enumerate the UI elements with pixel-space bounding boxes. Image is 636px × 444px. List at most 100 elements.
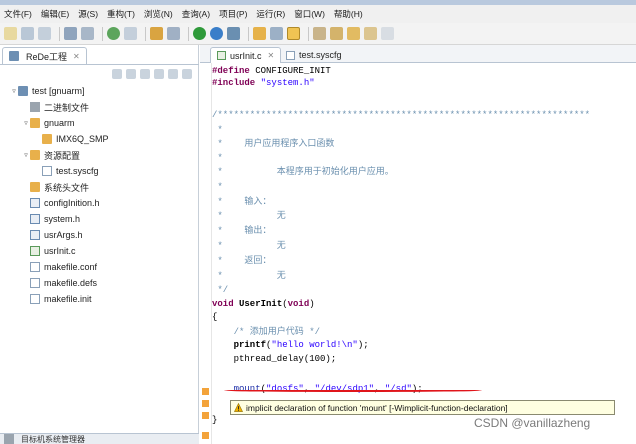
new-file-icon[interactable] [4,27,17,40]
tree-item[interactable]: 系统头文件 [0,179,199,195]
open-type-icon[interactable] [253,27,266,40]
menu-run[interactable]: 运行(R) [256,8,285,20]
tree-item-label: 二进制文件 [44,102,90,113]
expand-arrow-icon[interactable]: ▿ [10,87,18,95]
search-icon[interactable] [270,27,283,40]
code-token: "hello world!\n" [271,340,358,350]
highlight-icon[interactable] [287,27,300,40]
save-icon[interactable] [21,27,34,40]
expand-arrow-icon[interactable]: ▿ [22,119,30,127]
menu-source[interactable]: 源(S) [78,8,98,20]
tree-item[interactable]: ▿ 资源配置 [0,147,199,163]
tree-item[interactable]: system.h [0,211,199,227]
tree-item[interactable]: usrInit.c [0,243,199,259]
close-icon[interactable]: ✕ [268,51,275,60]
code-line: * 无 [212,211,286,221]
code-line: } [212,415,218,425]
code-line: * 用户应用程序入口函数 [212,139,335,149]
tab-test-syscfg[interactable]: test.syscfg [280,47,348,63]
code-line: /***************************************… [212,110,591,120]
menu-bar: 文件(F) 编辑(E) 源(S) 重构(T) 浏览(N) 查询(A) 项目(P)… [0,5,636,23]
panel-toolbar [108,69,192,79]
settings-icon[interactable] [167,27,180,40]
toolbar-separator [102,26,103,41]
code-line: * 输入： [212,197,272,207]
warning-tooltip: implicit declaration of function 'mount'… [230,400,615,415]
warning-marker-icon[interactable] [202,432,209,439]
code-line: #include "system.h" [212,77,315,89]
editor-tab-bar: usrInit.c ✕ test.syscfg [200,45,636,63]
toolbar-separator [188,26,189,41]
forward-icon[interactable] [126,69,136,79]
target-icon[interactable] [124,27,137,40]
code-editor: usrInit.c ✕ test.syscfg #define CONFIGUR… [200,45,636,444]
tree-item-label: test [gnuarm] [32,86,85,96]
toolbar-separator [248,26,249,41]
tree-item[interactable]: test.syscfg [0,163,199,179]
menu-search[interactable]: 查询(A) [182,8,210,20]
warning-marker-icon[interactable] [202,388,209,395]
up-icon[interactable] [140,69,150,79]
target-manager-tab[interactable]: 目标机系统管理器 [0,433,199,444]
header-file-icon [30,214,40,224]
tree-item-label: system.h [44,214,81,224]
tree-item[interactable]: makefile.init [0,291,199,307]
menu-edit[interactable]: 编辑(E) [41,8,69,20]
code-line: printf("hello world!\n"); [212,339,369,351]
file-icon [42,166,52,176]
back-icon[interactable] [347,27,360,40]
toolbar-separator [145,26,146,41]
project-explorer-tab[interactable]: ReDe工程 ✕ [2,47,87,64]
code-token: CONFIGURE_INIT [249,66,331,76]
debug-icon[interactable] [107,27,120,40]
menu-refactor[interactable]: 重构(T) [107,8,135,20]
code-token: ) [309,299,315,309]
header-file-icon [30,198,40,208]
warning-marker-icon[interactable] [202,400,209,407]
tree-item[interactable]: ▿ test [gnuarm] [0,83,199,99]
project-icon [18,86,28,96]
build-all-icon[interactable] [81,27,94,40]
collapse-all-icon[interactable] [154,69,164,79]
code-line: * [212,125,223,135]
target-manager-label: 目标机系统管理器 [21,434,85,444]
binary-folder-icon [30,102,40,112]
menu-file[interactable]: 文件(F) [4,8,32,20]
warning-marker-icon[interactable] [202,412,209,419]
tree-item[interactable]: 二进制文件 [0,99,199,115]
tree-item-label: makefile.defs [44,278,98,288]
tree-item[interactable]: configInition.h [0,195,199,211]
back-icon[interactable] [112,69,122,79]
tree-item[interactable]: usrArgs.h [0,227,199,243]
external-tools-icon[interactable] [227,27,240,40]
toolbar-separator [59,26,60,41]
code-token: printf [212,340,267,350]
menu-window[interactable]: 窗口(W) [294,8,325,20]
more-icon[interactable] [381,27,394,40]
forward-icon[interactable] [364,27,377,40]
run-icon[interactable] [193,27,206,40]
menu-navigate[interactable]: 浏览(N) [144,8,173,20]
tree-item-label: 系统头文件 [44,182,90,193]
tree-item[interactable]: makefile.conf [0,259,199,275]
tree-item[interactable]: IMX6Q_SMP [0,131,199,147]
project-explorer-icon [9,51,19,61]
main-toolbar [0,23,636,45]
tree-item[interactable]: makefile.defs [0,275,199,291]
expand-arrow-icon[interactable]: ▿ [22,151,30,159]
prev-annotation-icon[interactable] [330,27,343,40]
code-line: { [212,312,218,322]
menu-project[interactable]: 项目(P) [219,8,247,20]
debug-run-icon[interactable] [210,27,223,40]
close-icon[interactable]: ✕ [73,52,80,61]
next-annotation-icon[interactable] [313,27,326,40]
editor-gutter [200,63,211,444]
tab-usrinit-c[interactable]: usrInit.c ✕ [210,47,282,63]
save-all-icon[interactable] [38,27,51,40]
tree-item[interactable]: ▿ gnuarm [0,115,199,131]
tools-icon[interactable] [150,27,163,40]
build-icon[interactable] [64,27,77,40]
view-menu-icon[interactable] [182,69,192,79]
menu-help[interactable]: 帮助(H) [334,8,363,20]
link-editor-icon[interactable] [168,69,178,79]
